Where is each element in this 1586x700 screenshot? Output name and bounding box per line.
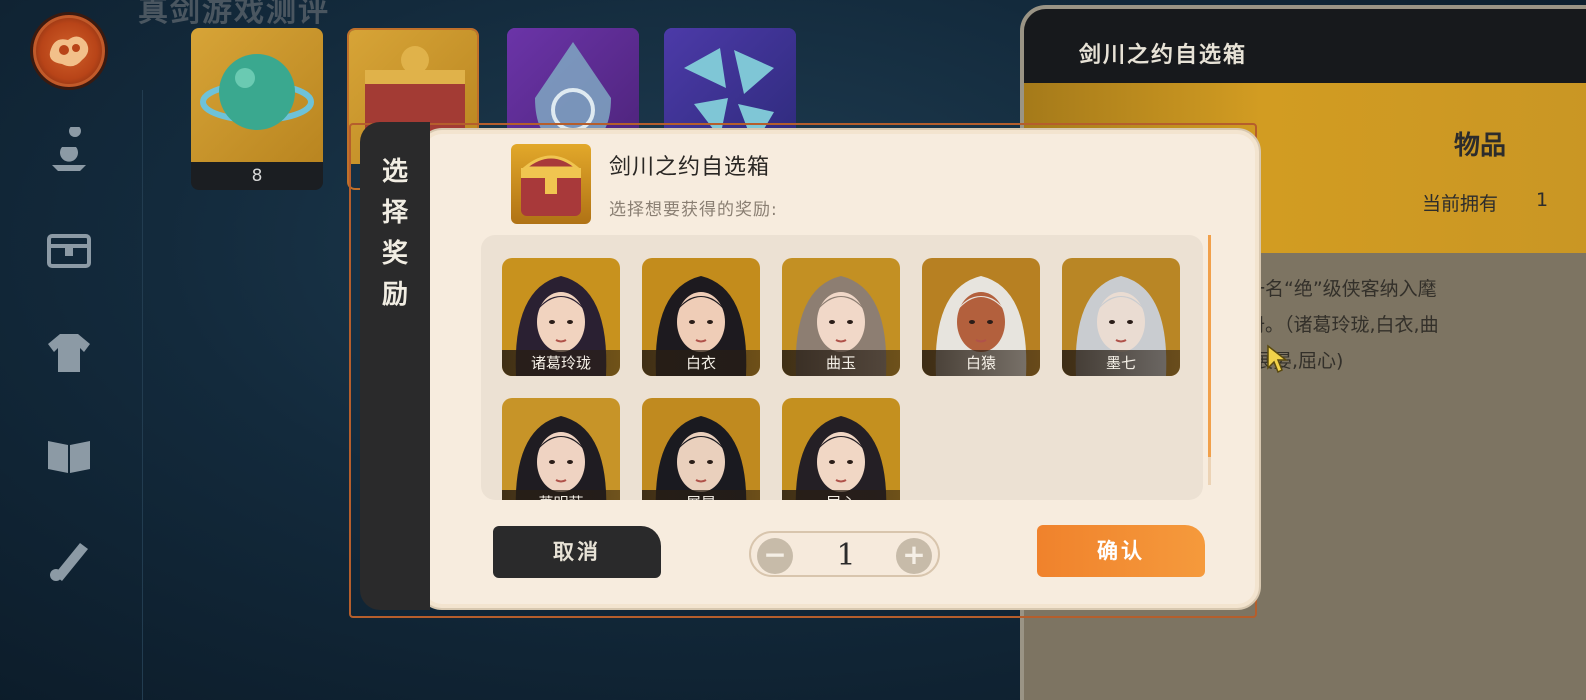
hero-card[interactable]: 展晏 [642, 398, 760, 500]
hero-name: 展晏 [642, 490, 760, 500]
minus-button[interactable]: − [757, 538, 793, 574]
sidebar-divider [142, 90, 143, 700]
inventory-slot[interactable]: 8 [191, 28, 323, 190]
hero-name: 墨七 [1062, 350, 1180, 376]
description-line: 一名“绝”级侠客纳入麾 [1246, 278, 1437, 300]
slot-count: 8 [191, 162, 323, 190]
hero-card[interactable]: 白猿 [922, 258, 1040, 376]
hero-name: 诸葛玲珑 [502, 350, 620, 376]
hero-name: 屈心 [782, 490, 900, 500]
game-logo-icon[interactable] [30, 12, 108, 90]
hero-card[interactable]: 曲玉 [782, 258, 900, 376]
dialog-item-name: 剑川之约自选箱 [609, 155, 771, 180]
chest-item-icon [511, 144, 591, 224]
hero-portrait [655, 416, 747, 500]
cancel-button[interactable]: 取消 [493, 526, 661, 578]
description-line: 展晏,屈心) [1254, 350, 1344, 372]
plus-button[interactable]: + [896, 538, 932, 574]
hero-portrait [515, 416, 607, 500]
dialog-subtitle: 选择想要获得的奖励: [609, 200, 778, 220]
item-description: 一名“绝”级侠客纳入麾 册。（诸葛玲珑,白衣,曲 展晏,屈心) [1246, 271, 1546, 379]
item-type-label: 物品 [1453, 131, 1506, 161]
hero-card[interactable]: 诸葛玲珑 [502, 258, 620, 376]
hero-name: 白衣 [642, 350, 760, 376]
hero-portrait [795, 416, 887, 500]
quantity-stepper: − 1 + [749, 531, 940, 577]
owned-value: 1 [1536, 189, 1549, 211]
tab-char: 奖 [381, 239, 408, 269]
hero-name: 曲玉 [782, 350, 900, 376]
hero-name: 白猿 [922, 350, 1040, 376]
book-icon[interactable] [44, 430, 94, 480]
page-title: 真剑游戏测评 [138, 0, 330, 29]
hero-grid: 诸葛玲珑白衣曲玉白猿墨七萧明荪 展晏 屈心 [481, 235, 1203, 500]
detail-title: 剑川之约自选箱 [1024, 9, 1586, 83]
hero-card[interactable]: 屈心 [782, 398, 900, 500]
scroll-icon[interactable] [44, 535, 94, 585]
owned-label: 当前拥有 [1422, 193, 1499, 215]
hero-card[interactable]: 墨七 [1062, 258, 1180, 376]
confirm-button[interactable]: 确认 [1037, 525, 1205, 577]
tab-char: 择 [381, 198, 408, 228]
jade-orb-icon [191, 28, 323, 162]
scrollbar-thumb[interactable] [1208, 235, 1211, 457]
cursor-icon [1267, 344, 1288, 374]
robe-icon[interactable] [44, 328, 94, 378]
chest-icon[interactable] [44, 225, 94, 275]
tab-char: 励 [381, 280, 408, 310]
hero-name: 萧明荪 [502, 490, 620, 500]
tab-char: 选 [381, 157, 408, 187]
gourd-icon[interactable] [44, 125, 94, 175]
hero-card[interactable]: 萧明荪 [502, 398, 620, 500]
dialog-side-tab: 选 择 奖 励 [360, 122, 430, 610]
logo-glyph [49, 36, 89, 67]
description-line: 册。（诸葛玲珑,白衣,曲 [1246, 314, 1439, 336]
hero-card[interactable]: 白衣 [642, 258, 760, 376]
quantity-value: 1 [836, 538, 856, 573]
